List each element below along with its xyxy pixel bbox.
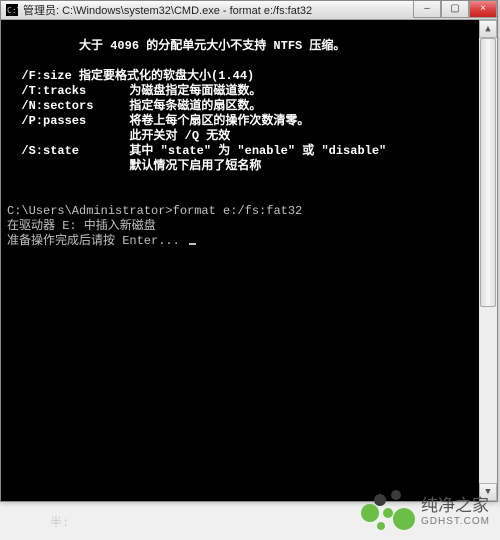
- background-caption: 半:: [50, 513, 69, 530]
- title-bar[interactable]: C:\ 管理员: C:\Windows\system32\CMD.exe - f…: [1, 1, 497, 20]
- cmd-icon: C:\: [5, 3, 19, 17]
- cmd-window: C:\ 管理员: C:\Windows\system32\CMD.exe - f…: [0, 0, 498, 502]
- scroll-up-button[interactable]: ▲: [479, 20, 497, 38]
- console-line: /P:passes 将卷上每个扇区的操作次数清零。: [7, 114, 309, 128]
- minimize-button[interactable]: –: [413, 1, 441, 18]
- window-title: 管理员: C:\Windows\system32\CMD.exe - forma…: [23, 2, 413, 18]
- watermark: 纯净之家 GDHST.COM: [359, 490, 490, 534]
- text-cursor: [189, 243, 196, 245]
- maximize-button[interactable]: ▢: [441, 1, 469, 18]
- svg-text:C:\: C:\: [7, 6, 18, 15]
- maximize-icon: ▢: [450, 4, 459, 14]
- close-icon: ×: [480, 4, 486, 14]
- window-controls: – ▢ ×: [413, 1, 497, 19]
- scrollbar-track[interactable]: [479, 38, 497, 483]
- console-prompt-line: C:\Users\Administrator>format e:/fs:fat3…: [7, 204, 302, 218]
- watermark-text: 纯净之家 GDHST.COM: [421, 497, 490, 527]
- watermark-en: GDHST.COM: [421, 516, 490, 527]
- console-line: /N:sectors 指定每条磁道的扇区数。: [7, 99, 261, 113]
- console-line: /T:tracks 为磁盘指定每面磁道数。: [7, 84, 261, 98]
- vertical-scrollbar[interactable]: ▲ ▼: [479, 20, 497, 501]
- minimize-icon: –: [424, 4, 430, 14]
- console-line: 大于 4096 的分配单元大小不支持 NTFS 压缩。: [7, 39, 345, 53]
- chevron-up-icon: ▲: [485, 24, 490, 34]
- console-line: /S:state 其中 "state" 为 "enable" 或 "disabl…: [7, 144, 386, 158]
- console-line: 此开关对 /Q 无效: [7, 129, 230, 143]
- console-line: 在驱动器 E: 中插入新磁盘: [7, 219, 156, 233]
- console-output[interactable]: 大于 4096 的分配单元大小不支持 NTFS 压缩。 /F:size 指定要格…: [1, 20, 479, 501]
- watermark-logo-icon: [359, 490, 415, 534]
- close-button[interactable]: ×: [469, 1, 497, 18]
- watermark-cn: 纯净之家: [421, 497, 490, 516]
- console-line: 默认情况下启用了短名称: [7, 159, 261, 173]
- scrollbar-thumb[interactable]: [480, 38, 496, 307]
- console-line: /F:size 指定要格式化的软盘大小(1.44): [7, 69, 254, 83]
- console-line: 准备操作完成后请按 Enter...: [7, 234, 187, 248]
